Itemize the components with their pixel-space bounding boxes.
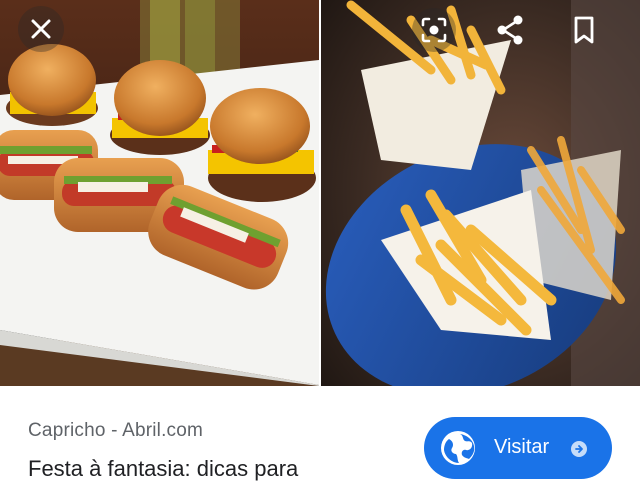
lens-icon	[421, 17, 447, 43]
bookmark-icon	[574, 16, 594, 44]
image-mini-burgers[interactable]	[0, 0, 319, 386]
close-button[interactable]	[18, 6, 64, 52]
result-title[interactable]: Festa à fantasia: dicas para	[28, 456, 298, 482]
result-info-panel: Capricho - Abril.com Festa à fantasia: d…	[0, 386, 640, 482]
bookmark-button[interactable]	[564, 10, 604, 50]
visit-button[interactable]: Visitar	[424, 417, 612, 479]
lens-button[interactable]	[412, 8, 456, 52]
globe-icon	[441, 431, 475, 465]
image-french-fries[interactable]	[321, 0, 640, 386]
french-fries-photo	[321, 0, 640, 386]
image-strip	[0, 0, 640, 386]
close-icon	[31, 19, 51, 39]
visit-button-label: Visitar	[494, 436, 550, 458]
result-source[interactable]: Capricho - Abril.com	[28, 420, 203, 442]
share-icon	[497, 15, 523, 45]
arrow-circle-icon	[571, 441, 587, 457]
share-button[interactable]	[490, 10, 530, 50]
mini-burgers-photo	[0, 0, 319, 386]
